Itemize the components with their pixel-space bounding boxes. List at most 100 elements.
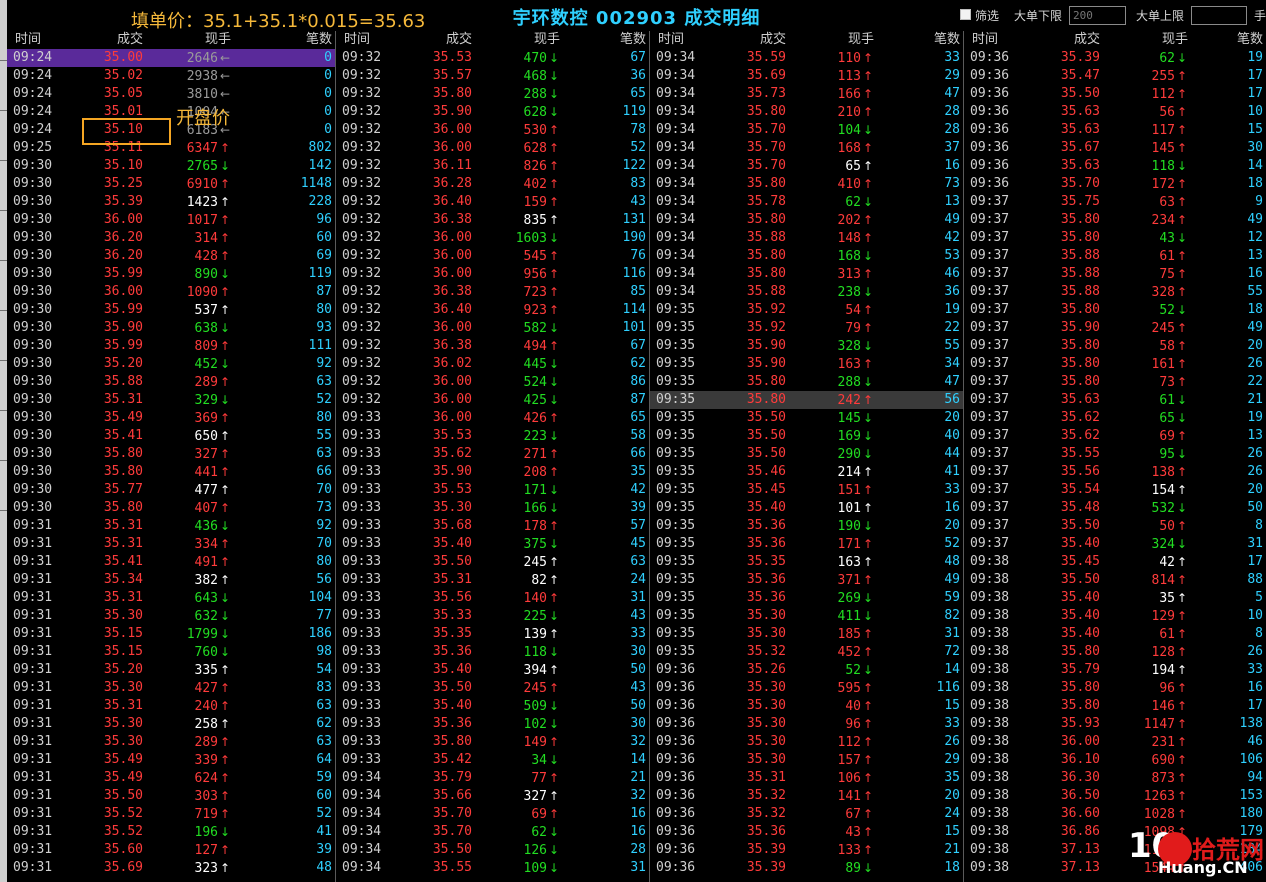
trade-row[interactable]: 09:37 35.62 69 ↑ 13 (964, 427, 1266, 445)
trade-row[interactable]: 09:30 36.20 314 ↑ 60 (7, 229, 335, 247)
trade-row[interactable]: 09:33 35.50 245 ↑ 43 (336, 679, 649, 697)
trade-row[interactable]: 09:25 35.11 6347 ↑ 802 (7, 139, 335, 157)
trade-row[interactable]: 09:38 35.40 129 ↑ 10 (964, 607, 1266, 625)
trade-row[interactable]: 09:36 35.39 89 ↓ 18 (650, 859, 963, 877)
trade-row[interactable]: 09:31 35.30 289 ↑ 63 (7, 733, 335, 751)
trade-row[interactable]: 09:38 35.93 1147 ↑ 138 (964, 715, 1266, 733)
trade-row[interactable]: 09:35 35.36 371 ↑ 49 (650, 571, 963, 589)
trade-row[interactable]: 09:37 35.80 43 ↓ 12 (964, 229, 1266, 247)
trade-row[interactable]: 09:35 35.36 190 ↓ 20 (650, 517, 963, 535)
trade-row[interactable]: 09:38 35.80 128 ↑ 26 (964, 643, 1266, 661)
trade-row[interactable]: 09:35 35.50 145 ↓ 20 (650, 409, 963, 427)
trade-row[interactable]: 09:31 35.30 427 ↑ 83 (7, 679, 335, 697)
trade-row[interactable]: 09:37 35.48 532 ↓ 50 (964, 499, 1266, 517)
trade-row[interactable]: 09:34 35.80 168 ↓ 53 (650, 247, 963, 265)
trade-row[interactable]: 09:35 35.92 79 ↑ 22 (650, 319, 963, 337)
trade-row[interactable]: 09:31 35.49 339 ↑ 64 (7, 751, 335, 769)
trade-row[interactable]: 09:37 35.90 245 ↑ 49 (964, 319, 1266, 337)
trade-row[interactable]: 09:36 35.30 157 ↑ 29 (650, 751, 963, 769)
trade-row[interactable]: 09:36 35.26 52 ↓ 14 (650, 661, 963, 679)
trade-row[interactable]: 09:31 35.49 624 ↑ 59 (7, 769, 335, 787)
trade-row[interactable]: 09:36 35.31 106 ↑ 35 (650, 769, 963, 787)
trade-row[interactable]: 09:30 36.20 428 ↑ 69 (7, 247, 335, 265)
trade-row[interactable]: 09:35 35.50 290 ↓ 44 (650, 445, 963, 463)
trade-row[interactable]: 09:37 35.88 328 ↑ 55 (964, 283, 1266, 301)
trade-row[interactable]: 09:34 35.88 238 ↓ 36 (650, 283, 963, 301)
trade-row[interactable]: 09:35 35.46 214 ↑ 41 (650, 463, 963, 481)
trade-row[interactable]: 09:32 36.00 956 ↑ 116 (336, 265, 649, 283)
trade-row[interactable]: 09:34 35.70 65 ↑ 16 (650, 157, 963, 175)
trade-row[interactable]: 09:33 35.36 118 ↓ 30 (336, 643, 649, 661)
trade-row[interactable]: 09:31 35.31 436 ↓ 92 (7, 517, 335, 535)
trade-row[interactable]: 09:30 35.80 327 ↑ 63 (7, 445, 335, 463)
trade-row[interactable]: 09:32 36.40 923 ↑ 114 (336, 301, 649, 319)
trade-row[interactable]: 09:32 36.38 723 ↑ 85 (336, 283, 649, 301)
trade-row[interactable]: 09:38 36.10 690 ↑ 106 (964, 751, 1266, 769)
trade-row[interactable]: 09:33 36.00 426 ↑ 65 (336, 409, 649, 427)
trade-row[interactable]: 09:32 35.53 470 ↓ 67 (336, 49, 649, 67)
trade-row[interactable]: 09:30 35.10 2765 ↓ 142 (7, 157, 335, 175)
trade-row[interactable]: 09:32 36.28 402 ↑ 83 (336, 175, 649, 193)
trade-row[interactable]: 09:32 35.57 468 ↓ 36 (336, 67, 649, 85)
trade-row[interactable]: 09:30 36.00 1090 ↑ 87 (7, 283, 335, 301)
trade-row[interactable]: 09:37 35.80 234 ↑ 49 (964, 211, 1266, 229)
trade-row[interactable]: 09:37 35.75 63 ↑ 9 (964, 193, 1266, 211)
trade-row[interactable]: 09:34 35.70 69 ↑ 16 (336, 805, 649, 823)
trade-row[interactable]: 09:36 35.39 62 ↓ 19 (964, 49, 1266, 67)
trade-row[interactable]: 09:35 35.30 185 ↑ 31 (650, 625, 963, 643)
trade-row[interactable]: 09:32 36.00 628 ↑ 52 (336, 139, 649, 157)
trade-row[interactable]: 09:37 35.80 52 ↓ 18 (964, 301, 1266, 319)
filter-checkbox[interactable] (960, 9, 971, 20)
trade-row[interactable]: 09:32 36.38 494 ↑ 67 (336, 337, 649, 355)
trade-row[interactable]: 09:30 35.99 537 ↑ 80 (7, 301, 335, 319)
trade-row[interactable]: 09:35 35.32 452 ↑ 72 (650, 643, 963, 661)
trade-row[interactable]: 09:36 35.32 67 ↑ 24 (650, 805, 963, 823)
trade-row[interactable]: 09:33 35.50 245 ↑ 63 (336, 553, 649, 571)
trade-row[interactable]: 09:38 35.45 42 ↑ 17 (964, 553, 1266, 571)
trade-row[interactable]: 09:31 35.31 643 ↓ 104 (7, 589, 335, 607)
trade-row[interactable]: 09:35 35.35 163 ↑ 48 (650, 553, 963, 571)
trade-row[interactable]: 09:31 35.52 196 ↓ 41 (7, 823, 335, 841)
trade-row[interactable]: 09:34 35.70 168 ↑ 37 (650, 139, 963, 157)
trade-row[interactable]: 09:34 35.66 327 ↑ 32 (336, 787, 649, 805)
trade-row[interactable]: 09:31 35.52 719 ↑ 52 (7, 805, 335, 823)
trade-row[interactable]: 09:31 35.30 258 ↑ 62 (7, 715, 335, 733)
trade-row[interactable]: 09:38 35.40 35 ↑ 5 (964, 589, 1266, 607)
trade-row[interactable]: 09:32 36.00 1603 ↓ 190 (336, 229, 649, 247)
trade-row[interactable]: 09:35 35.50 169 ↓ 40 (650, 427, 963, 445)
trade-row[interactable]: 09:33 35.68 178 ↑ 57 (336, 517, 649, 535)
trade-row[interactable]: 09:24 35.01 1004 ← 0 (7, 103, 335, 121)
trade-row[interactable]: 09:34 35.50 126 ↓ 28 (336, 841, 649, 859)
trade-row[interactable]: 09:32 36.38 835 ↑ 131 (336, 211, 649, 229)
trade-row[interactable]: 09:30 35.41 650 ↑ 55 (7, 427, 335, 445)
trade-row[interactable]: 09:32 36.11 826 ↑ 122 (336, 157, 649, 175)
trade-row[interactable]: 09:32 36.00 545 ↑ 76 (336, 247, 649, 265)
trade-row[interactable]: 09:35 35.30 411 ↓ 82 (650, 607, 963, 625)
trade-row[interactable]: 09:31 35.31 240 ↑ 63 (7, 697, 335, 715)
trade-row[interactable]: 09:30 35.49 369 ↑ 80 (7, 409, 335, 427)
trade-row[interactable]: 09:24 35.00 2646 ← 0 (7, 49, 335, 67)
trade-row[interactable]: 09:30 35.90 638 ↓ 93 (7, 319, 335, 337)
trade-row[interactable]: 09:38 35.79 194 ↑ 33 (964, 661, 1266, 679)
trade-row[interactable]: 09:34 35.80 210 ↑ 28 (650, 103, 963, 121)
trade-row[interactable]: 09:33 35.42 34 ↓ 14 (336, 751, 649, 769)
trade-row[interactable]: 09:35 35.36 269 ↓ 59 (650, 589, 963, 607)
trade-row[interactable]: 09:36 35.30 40 ↑ 15 (650, 697, 963, 715)
trade-row[interactable]: 09:33 35.56 140 ↑ 31 (336, 589, 649, 607)
trade-row[interactable]: 09:34 35.70 62 ↓ 16 (336, 823, 649, 841)
trade-row[interactable]: 09:32 36.40 159 ↑ 43 (336, 193, 649, 211)
trade-row[interactable]: 09:33 35.90 208 ↑ 35 (336, 463, 649, 481)
trade-row[interactable]: 09:33 35.62 271 ↑ 66 (336, 445, 649, 463)
trade-row[interactable]: 09:37 35.88 75 ↑ 16 (964, 265, 1266, 283)
trade-row[interactable]: 09:31 35.30 632 ↓ 77 (7, 607, 335, 625)
trade-row[interactable]: 09:32 36.00 530 ↑ 78 (336, 121, 649, 139)
trade-row[interactable]: 09:33 35.36 102 ↓ 30 (336, 715, 649, 733)
trade-row[interactable]: 09:31 35.34 382 ↑ 56 (7, 571, 335, 589)
trade-row[interactable]: 09:30 35.77 477 ↑ 70 (7, 481, 335, 499)
trade-row[interactable]: 09:37 35.50 50 ↑ 8 (964, 517, 1266, 535)
trade-row[interactable]: 09:37 35.80 58 ↑ 20 (964, 337, 1266, 355)
trade-row[interactable]: 09:30 35.31 329 ↓ 52 (7, 391, 335, 409)
trade-row[interactable]: 09:33 35.53 171 ↓ 42 (336, 481, 649, 499)
trade-row[interactable]: 09:34 35.55 109 ↓ 31 (336, 859, 649, 877)
trade-row[interactable]: 09:24 35.10 6183 ← 0 (7, 121, 335, 139)
